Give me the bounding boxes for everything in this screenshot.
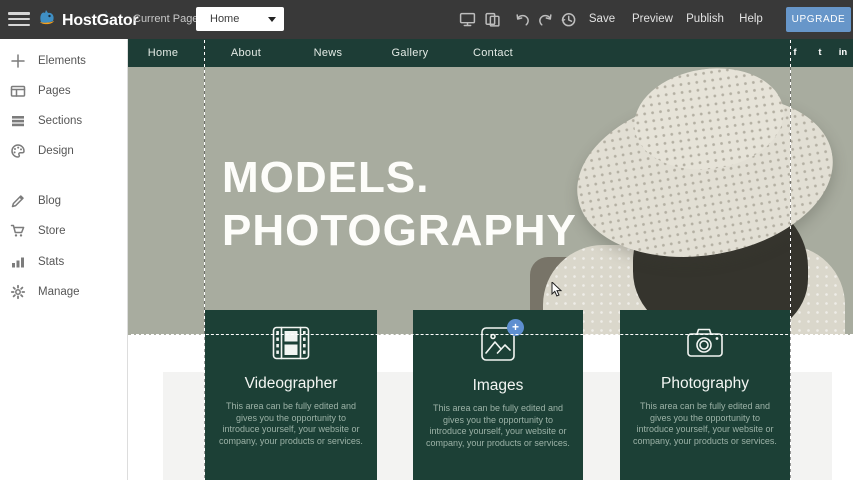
- card-body: This area can be fully edited and gives …: [218, 401, 364, 447]
- twitter-icon[interactable]: t: [818, 39, 821, 67]
- sidebar-item-elements[interactable]: Elements: [0, 51, 127, 71]
- nav-item-contact[interactable]: Contact: [473, 39, 513, 67]
- upgrade-button[interactable]: UPGRADE: [786, 7, 851, 32]
- save-button[interactable]: Save: [588, 0, 616, 39]
- bar-chart-icon: [10, 254, 26, 270]
- plus-icon: [10, 53, 26, 69]
- sidebar-item-label: Manage: [38, 286, 80, 298]
- pencil-icon: [10, 193, 26, 209]
- sidebar-item-stats[interactable]: Stats: [0, 252, 127, 272]
- nav-item-gallery[interactable]: Gallery: [392, 39, 429, 67]
- card-images[interactable]: + Images This area can be fully edited a…: [413, 310, 583, 480]
- desktop-preview-icon[interactable]: [459, 11, 476, 28]
- content-right-dotted-guide: [790, 40, 791, 480]
- page-dropdown[interactable]: Home: [196, 7, 284, 31]
- film-strip-icon: [272, 326, 310, 364]
- hero-title[interactable]: MODELS. PHOTOGRAPHY: [222, 151, 577, 257]
- hamburger-icon[interactable]: [8, 12, 30, 27]
- site-navbar: Home About News Gallery Contact f t in: [128, 39, 853, 67]
- sidebar-item-label: Pages: [38, 85, 71, 97]
- sidebar-item-label: Stats: [38, 256, 64, 268]
- hero-section: MODELS. PHOTOGRAPHY: [128, 67, 853, 335]
- mobile-preview-icon[interactable]: [484, 11, 501, 28]
- stacked-sections-icon: [10, 113, 26, 129]
- nav-item-news[interactable]: News: [314, 39, 343, 67]
- sidebar-item-manage[interactable]: Manage: [0, 282, 127, 302]
- publish-button[interactable]: Publish: [686, 0, 724, 39]
- hostgator-gator-icon: [36, 7, 58, 34]
- nav-item-home[interactable]: Home: [148, 39, 179, 67]
- current-page-label: Current Page:: [133, 13, 201, 25]
- sidebar-item-design[interactable]: Design: [0, 141, 127, 161]
- image-plus-icon: +: [480, 326, 516, 364]
- card-videographer[interactable]: Videographer This area can be fully edit…: [205, 310, 377, 480]
- builder-sidebar: Elements Pages Sections Design Blog Stor…: [0, 39, 128, 480]
- hero-title-line2: PHOTOGRAPHY: [222, 204, 577, 257]
- page-dropdown-value: Home: [210, 13, 239, 25]
- site-preview-canvas: Home About News Gallery Contact f t in M…: [128, 39, 853, 480]
- hero-title-line1: MODELS.: [222, 151, 577, 204]
- browser-page-icon: [10, 83, 26, 99]
- facebook-icon[interactable]: f: [793, 39, 796, 67]
- chevron-down-icon: [268, 17, 276, 22]
- sidebar-item-label: Elements: [38, 55, 86, 67]
- content-left-dotted-guide: [204, 40, 205, 480]
- camera-icon: [685, 326, 725, 364]
- nav-item-about[interactable]: About: [231, 39, 261, 67]
- card-title: Videographer: [205, 375, 377, 393]
- sidebar-item-label: Design: [38, 145, 74, 157]
- gear-icon: [10, 284, 26, 300]
- linkedin-icon[interactable]: in: [839, 39, 847, 67]
- sidebar-item-label: Sections: [38, 115, 82, 127]
- sidebar-item-label: Store: [38, 225, 66, 237]
- sidebar-item-sections[interactable]: Sections: [0, 111, 127, 131]
- sidebar-item-label: Blog: [38, 195, 61, 207]
- card-title: Images: [413, 377, 583, 395]
- help-button[interactable]: Help: [738, 0, 764, 39]
- card-photography[interactable]: Photography This area can be fully edite…: [620, 310, 790, 480]
- undo-icon[interactable]: [514, 11, 531, 28]
- palette-icon: [10, 143, 26, 159]
- card-body: This area can be fully edited and gives …: [633, 401, 777, 447]
- sidebar-item-pages[interactable]: Pages: [0, 81, 127, 101]
- sidebar-item-blog[interactable]: Blog: [0, 191, 127, 211]
- shopping-cart-icon: [10, 223, 26, 239]
- preview-button[interactable]: Preview: [632, 0, 672, 39]
- card-title: Photography: [620, 375, 790, 393]
- hostgator-logo: HostGator: [36, 7, 138, 34]
- section-boundary-dashed-line: [131, 334, 853, 335]
- sidebar-item-store[interactable]: Store: [0, 221, 127, 241]
- hostgator-website-builder: { "toolbar": { "brand": "HostGator", "cu…: [0, 0, 853, 480]
- card-body: This area can be fully edited and gives …: [426, 403, 570, 449]
- brand-name: HostGator: [62, 12, 138, 30]
- builder-toolbar: HostGator Current Page: Home Save Previe…: [0, 0, 853, 39]
- redo-icon[interactable]: [537, 11, 554, 28]
- history-icon[interactable]: [560, 11, 577, 28]
